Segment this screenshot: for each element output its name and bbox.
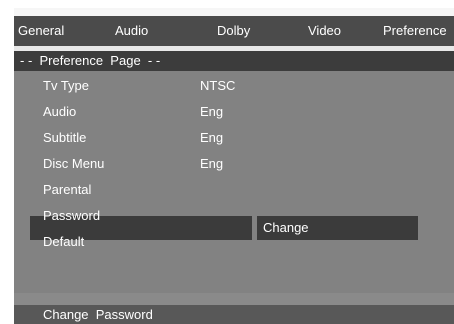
status-bar: Change Password [14,305,454,324]
menu-item-label: Default [43,234,85,249]
tab-preference[interactable]: Preference [383,16,447,46]
menu-item-audio[interactable]: Audio Eng [14,100,454,124]
menu-item-subtitle[interactable]: Subtitle Eng [14,126,454,150]
settings-list: Tv Type NTSC Audio Eng Subtitle Eng Disc… [14,71,454,293]
menu-item-label: Audio [43,104,77,119]
status-text: Change Password [43,307,153,322]
menu-item-tv-type[interactable]: Tv Type NTSC [14,74,454,98]
menu-item-value: NTSC [200,78,236,93]
menu-item-parental[interactable]: Parental [14,178,454,202]
menu-item-value: Eng [200,130,224,145]
menu-item-label: Password [43,208,101,223]
menu-item-label: Subtitle [43,130,87,145]
menu-item-label: Parental [43,182,92,197]
submenu-option-label: Change [263,220,309,235]
status-spacer [14,293,454,305]
menu-tabs: General Audio Dolby Video Preference [14,16,454,46]
menu-item-value: Eng [200,104,224,119]
tab-audio[interactable]: Audio [115,16,148,46]
page-title: - - Preference Page - - [20,53,161,68]
tab-video[interactable]: Video [308,16,341,46]
tab-dolby[interactable]: Dolby [217,16,250,46]
top-border [14,8,454,16]
osd-menu-window: General Audio Dolby Video Preference - -… [14,8,454,324]
submenu-change-option[interactable]: Change [257,216,418,240]
page-title-bar: - - Preference Page - - [14,51,454,71]
menu-item-label: Disc Menu [43,156,105,171]
menu-item-label: Tv Type [43,78,90,93]
tab-general[interactable]: General [18,16,64,46]
menu-item-disc-menu[interactable]: Disc Menu Eng [14,152,454,176]
menu-item-value: Eng [200,156,224,171]
